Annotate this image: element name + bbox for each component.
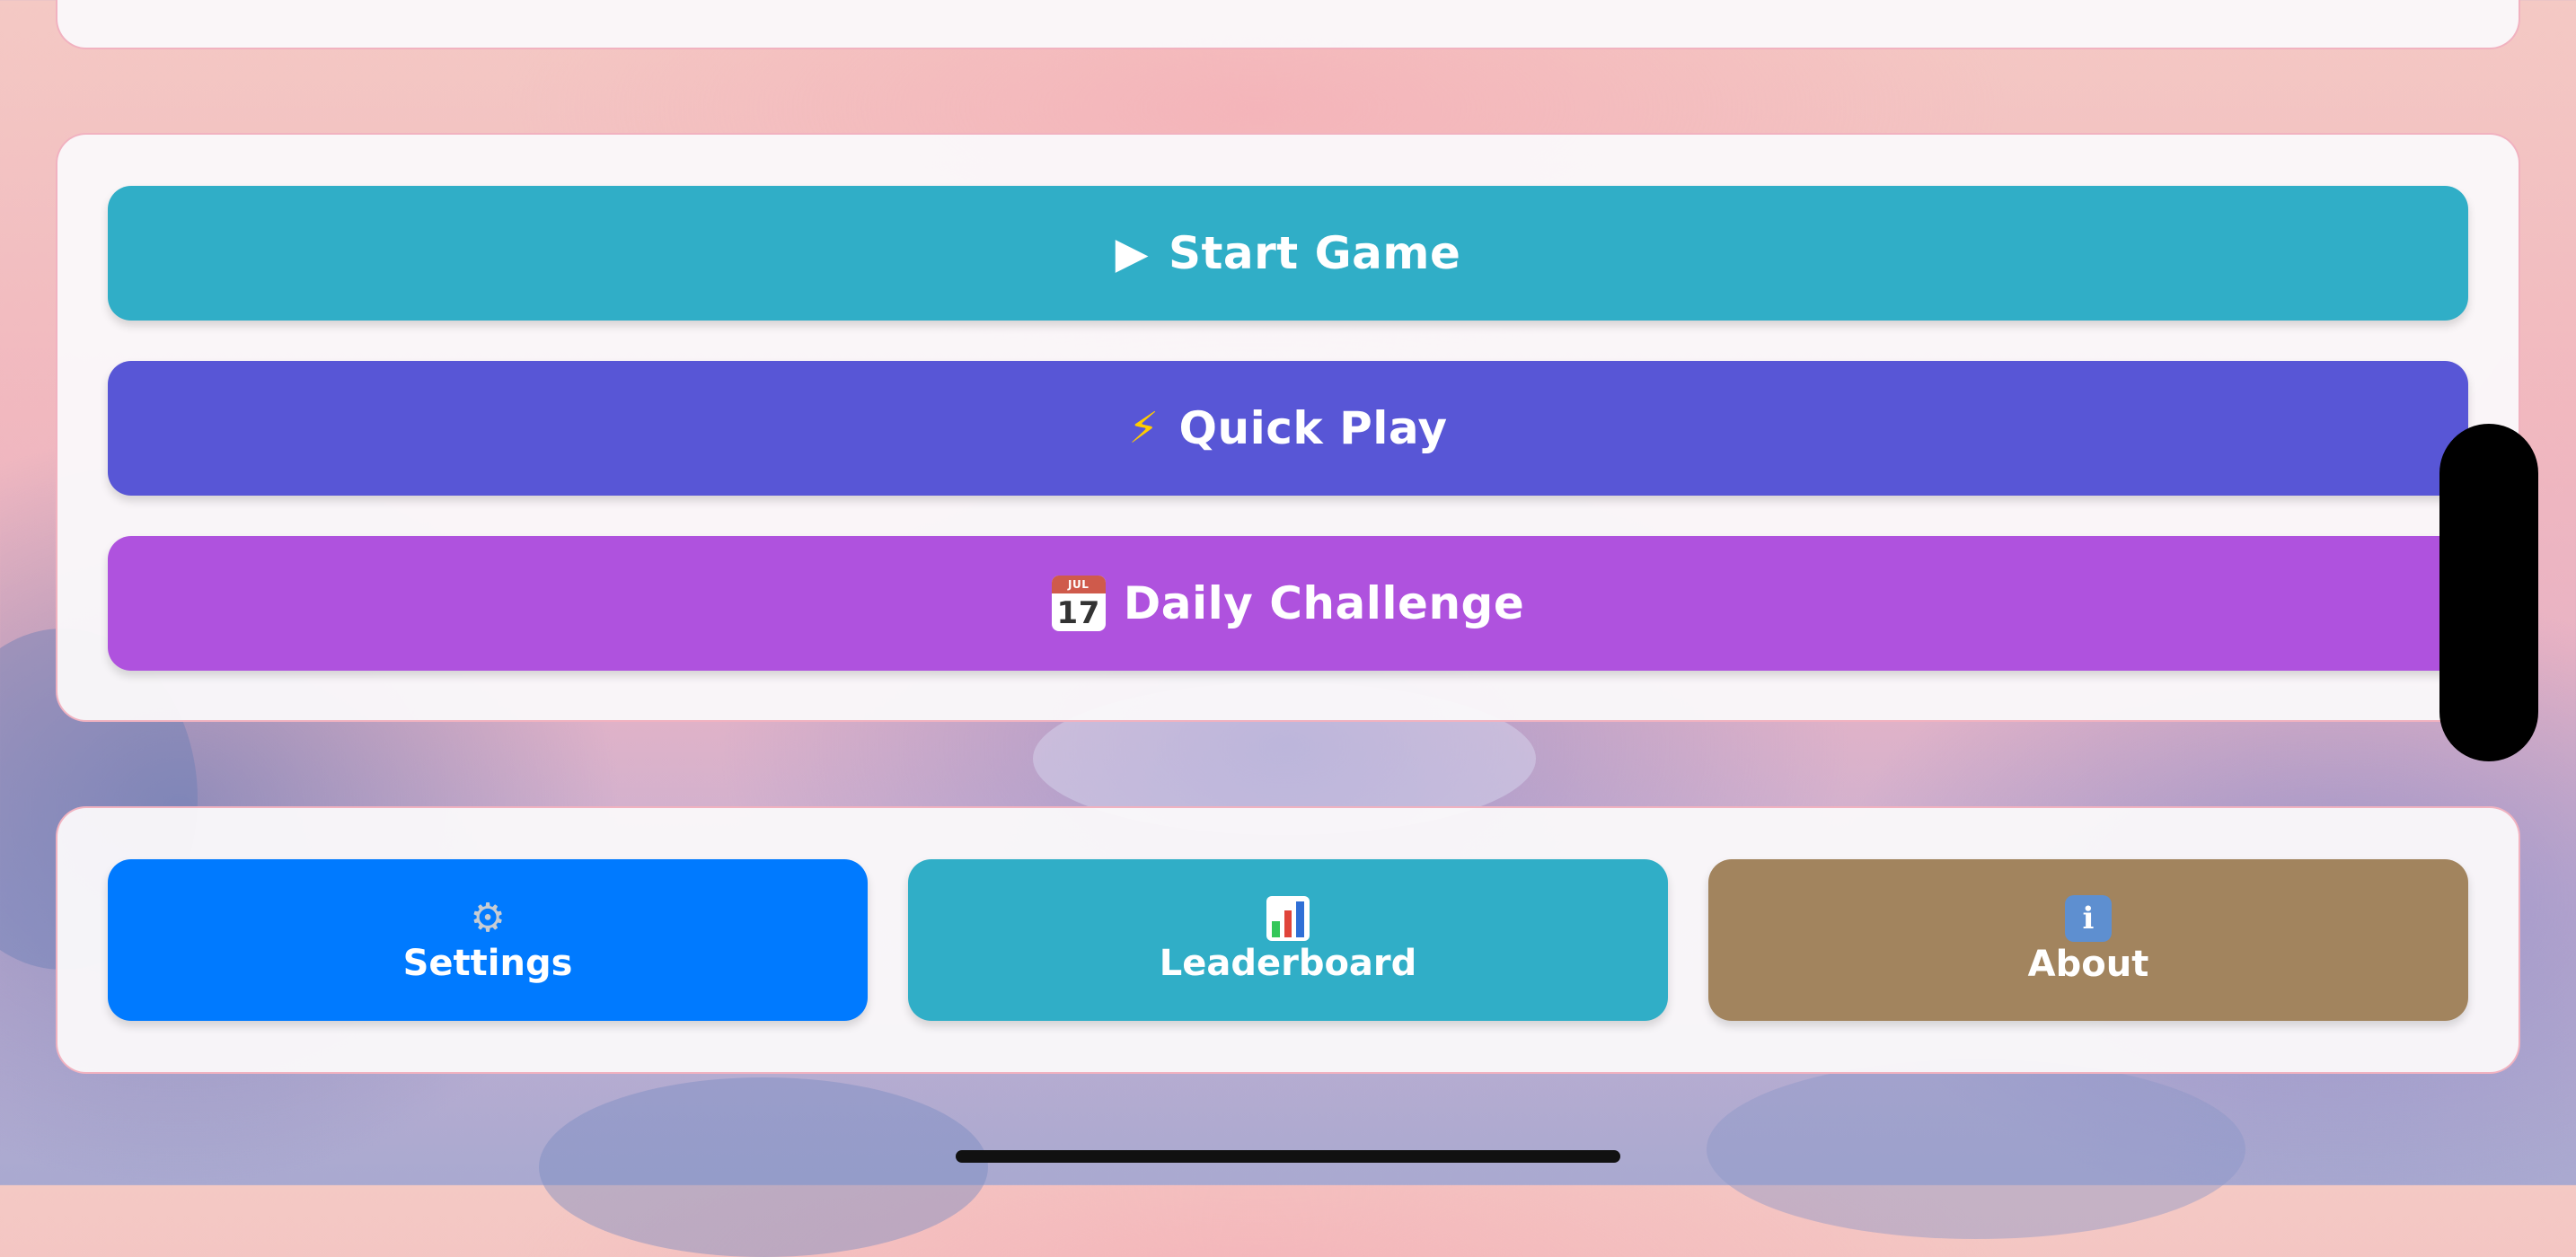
info-icon: i bbox=[2065, 895, 2112, 942]
about-label: About bbox=[2027, 944, 2149, 985]
start-game-button[interactable]: ▶ Start Game bbox=[108, 186, 2468, 321]
settings-button[interactable]: ⚙ Settings bbox=[108, 859, 868, 1021]
bar-chart-icon bbox=[1266, 896, 1310, 941]
quick-play-button[interactable]: ⚡ Quick Play bbox=[108, 361, 2468, 496]
daily-challenge-button[interactable]: JUL 17 Daily Challenge bbox=[108, 536, 2468, 671]
calendar-icon-day: 17 bbox=[1056, 595, 1100, 631]
start-game-label: Start Game bbox=[1169, 227, 1461, 279]
background-art-shape bbox=[1707, 1059, 2245, 1239]
leaderboard-label: Leaderboard bbox=[1159, 943, 1417, 984]
top-panel bbox=[56, 0, 2520, 49]
leaderboard-button[interactable]: Leaderboard bbox=[908, 859, 1668, 1021]
lightning-icon: ⚡ bbox=[1128, 403, 1160, 453]
quick-play-label: Quick Play bbox=[1178, 402, 1448, 454]
gear-icon: ⚙ bbox=[470, 895, 506, 941]
play-icon: ▶ bbox=[1115, 228, 1149, 278]
side-drag-handle[interactable] bbox=[2439, 424, 2538, 761]
daily-challenge-label: Daily Challenge bbox=[1123, 577, 1525, 629]
home-indicator[interactable] bbox=[956, 1150, 1620, 1163]
settings-label: Settings bbox=[402, 943, 573, 984]
calendar-icon-month: JUL bbox=[1051, 576, 1106, 593]
calendar-icon: JUL 17 bbox=[1051, 576, 1106, 631]
background-art-shape bbox=[539, 1077, 988, 1257]
about-button[interactable]: i About bbox=[1708, 859, 2468, 1021]
